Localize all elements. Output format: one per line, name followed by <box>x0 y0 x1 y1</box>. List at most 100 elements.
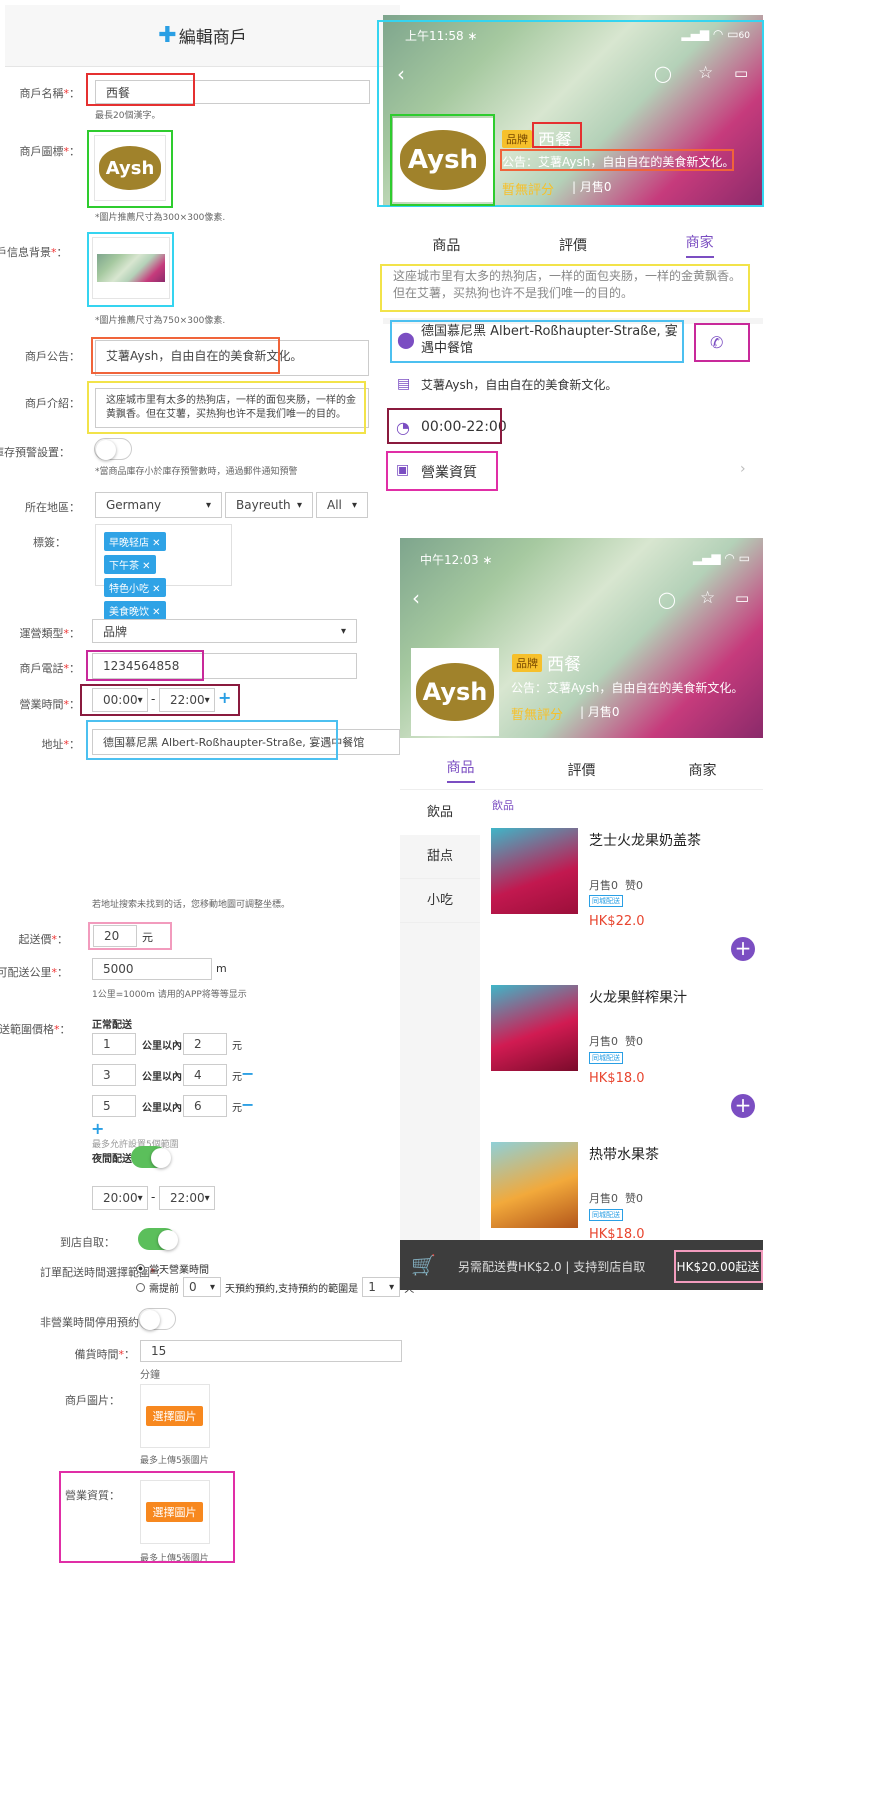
delivery-fee-input[interactable]: 6 <box>183 1095 227 1117</box>
shop-image-choose-button[interactable]: 選擇圖片 <box>146 1406 203 1426</box>
range-days-select[interactable]: 1 <box>362 1277 401 1297</box>
highlight-box-address <box>86 720 338 760</box>
pickup-label: 到店自取： <box>60 1236 115 1249</box>
add-row-icon[interactable]: + <box>91 1119 104 1138</box>
order-option-today[interactable]: 當天營業時間 <box>136 1261 209 1276</box>
remove-row-icon[interactable]: − <box>241 1064 254 1083</box>
plus-icon: ✚ <box>158 23 177 48</box>
tag-chip[interactable]: 美食晚饮 ✕ <box>104 601 166 620</box>
highlight-box-phone1-intro <box>380 264 750 312</box>
tab-merchant[interactable]: 商家 <box>685 232 714 258</box>
night-end-select[interactable]: 22:00 <box>159 1186 215 1210</box>
product-sales: 月售0 赞0 <box>589 1192 643 1205</box>
stock-toggle[interactable] <box>94 438 132 460</box>
category-sidebar: 飲品 甜点 小吃 <box>400 791 480 1241</box>
night-start-select[interactable]: 20:00 <box>92 1186 148 1210</box>
tag-chip[interactable]: 早晚轻店 ✕ <box>104 532 166 551</box>
non-business-label: 非營業時間停用預約： <box>40 1316 150 1329</box>
highlight-box-bg <box>87 232 174 307</box>
highlight-box-phone1-notice <box>500 149 734 171</box>
highlight-box-phone <box>86 650 204 681</box>
aysh-logo: Aysh <box>416 663 494 721</box>
delivery-within-label: 公里以內 <box>142 1072 182 1083</box>
highlight-box-hours <box>80 684 240 716</box>
pickup-toggle[interactable] <box>138 1228 178 1250</box>
delivery-normal-label: 正常配送 <box>92 1020 132 1031</box>
radio-checked-icon <box>136 1264 145 1273</box>
cart-icon[interactable]: 🛒 <box>411 1253 436 1277</box>
tab-products[interactable]: 商品 <box>432 235 460 255</box>
phone2-rating: 暫無評分 <box>511 708 564 723</box>
area-select[interactable]: All <box>316 492 368 518</box>
night-toggle[interactable] <box>131 1146 171 1168</box>
tab-reviews[interactable]: 評價 <box>559 235 587 255</box>
tag-chip[interactable]: 特色小吃 ✕ <box>104 578 166 597</box>
delivery-fee-input[interactable]: 4 <box>183 1064 227 1086</box>
phone2-sales: | 月售0 <box>580 705 620 719</box>
phone2-notice: 公告：艾薯Aysh，自由自在的美食新文化。 <box>511 681 744 695</box>
product-sales: 月售0 赞0 <box>589 1035 643 1048</box>
product-name: 芝士火龙果奶盖茶 <box>589 833 701 849</box>
map-hint: 若地址搜索未找到的话，您移動地圖可調整坐標。 <box>92 900 291 910</box>
delivery-fee-input[interactable]: 2 <box>183 1033 227 1055</box>
product-badge: 同城配送 <box>589 895 623 907</box>
delivery-km-input[interactable]: 3 <box>92 1064 136 1086</box>
highlight-box-checkout <box>674 1250 763 1283</box>
phone2-logo: Aysh <box>411 648 499 736</box>
tab-merchant[interactable]: 商家 <box>689 760 717 780</box>
advance-days-select[interactable]: 0 <box>183 1277 221 1297</box>
product-price: HK$22.0 <box>589 914 645 929</box>
chevron-right-icon: › <box>740 461 746 477</box>
city-select[interactable]: Bayreuth <box>225 492 313 518</box>
distance-hint: 1公里=1000m 请用的APP将等等显示 <box>92 990 247 1000</box>
delivery-km-input[interactable]: 5 <box>92 1095 136 1117</box>
merchant-icon: ▤ <box>397 376 411 392</box>
prep-label: 備貨時間*： <box>74 1348 136 1361</box>
section-title: 飲品 <box>492 799 514 812</box>
highlight-box-phone1-name <box>532 122 582 148</box>
tab-reviews[interactable]: 評價 <box>568 760 596 780</box>
order-option-advance[interactable]: 需提前 0 天預約預約,支持預約的範圍是 1 天 <box>136 1277 414 1297</box>
night-label: 夜間配送 <box>92 1154 132 1165</box>
star-icon[interactable]: ☆ <box>700 588 715 608</box>
category-item[interactable]: 甜点 <box>400 835 480 879</box>
stock-label: 庫存預警設置： <box>0 446 70 459</box>
business-type-select[interactable]: 品牌 <box>92 619 357 643</box>
region-label: 所在地區： <box>25 501 80 514</box>
product-name: 火龙果鲜榨果汁 <box>589 990 687 1006</box>
screenshot-canvas: ✚ 編輯商戶 商戶名稱*： 西餐 最長20個漢字。 商戶圖標*： Aysh *圖… <box>0 0 880 1800</box>
category-item[interactable]: 飲品 <box>400 791 480 835</box>
prep-input[interactable]: 15 <box>140 1340 402 1362</box>
tab-products[interactable]: 商品 <box>446 757 475 783</box>
distance-input[interactable]: 5000 <box>92 958 212 980</box>
prep-unit: 分鐘 <box>140 1370 160 1381</box>
country-select[interactable]: Germany <box>95 492 222 518</box>
product-price: HK$18.0 <box>589 1071 645 1086</box>
add-to-cart-icon[interactable]: + <box>731 1094 755 1118</box>
search-icon[interactable]: ◯ <box>658 590 676 609</box>
bg-hint: *圖片推薦尺寸為750×300像素. <box>95 316 226 326</box>
product-image <box>491 1142 578 1228</box>
product-badge: 同城配送 <box>589 1209 623 1221</box>
phone1-slogan: 艾薯Aysh，自由自在的美食新文化。 <box>421 378 618 392</box>
business-type-label: 運營類型*： <box>19 627 81 640</box>
category-item[interactable]: 小吃 <box>400 879 480 923</box>
non-business-toggle[interactable] <box>138 1308 176 1330</box>
hours-label: 營業時間*： <box>19 698 81 711</box>
bg-label: 商戶信息背景*： <box>0 246 68 259</box>
highlight-box-minorder <box>88 922 172 950</box>
night-dash: - <box>151 1190 156 1204</box>
phone1-tabs: 商品 評價 商家 <box>383 225 763 265</box>
tag-chip[interactable]: 下午茶 ✕ <box>104 555 156 574</box>
remove-row-icon[interactable]: − <box>241 1095 254 1114</box>
delivery-km-input[interactable]: 1 <box>92 1033 136 1055</box>
highlight-box-intro <box>87 381 366 434</box>
add-to-cart-icon[interactable]: + <box>731 937 755 961</box>
highlight-box-phone1-address <box>390 320 684 363</box>
message-icon[interactable]: ▭ <box>735 589 749 607</box>
status-icons: ▂▄▆ ◠ ▭ <box>692 551 750 565</box>
tags-box[interactable]: 早晚轻店 ✕ 下午茶 ✕ 特色小吃 ✕ 美食晚饮 ✕ <box>95 524 232 620</box>
delivery-unit: 元 <box>232 1041 242 1052</box>
back-icon[interactable]: ‹ <box>412 586 420 610</box>
highlight-box-phone1-logo <box>390 114 495 206</box>
